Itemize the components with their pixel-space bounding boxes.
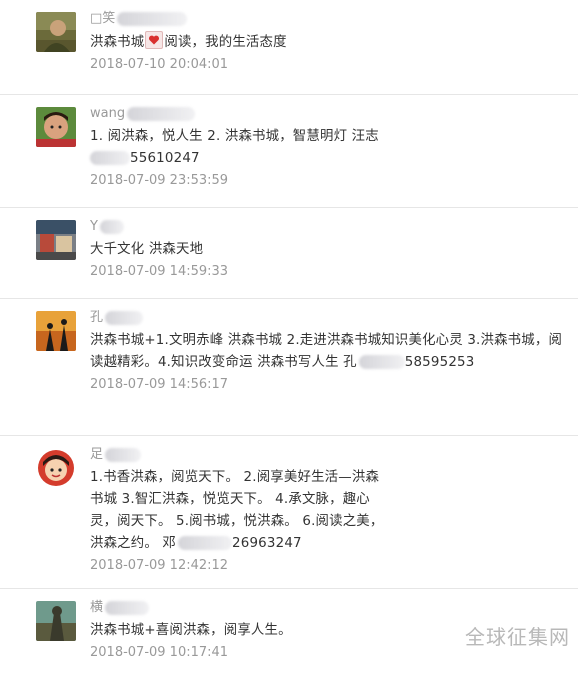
comment-author[interactable]: 孔 bbox=[90, 309, 568, 327]
comment-text: 1. 阅洪森，悦人生 2. 洪森书城，智慧明灯 汪志 55610247 bbox=[90, 126, 568, 170]
comment-text-part: 58595253 bbox=[404, 355, 475, 370]
comment-text-part: 阅读，我的生活态度 bbox=[164, 35, 287, 50]
watermark: 全球征集网 bbox=[465, 625, 570, 649]
comment-text-part: 洪森书城+1.文明赤峰 洪森书城 2.走进洪森书城知识美化心灵 3.洪森书城，阅… bbox=[90, 333, 563, 370]
comment-time: 2018-07-10 20:04:01 bbox=[90, 57, 229, 72]
comment-text-part: 26963247 bbox=[232, 536, 302, 551]
author-name: □笑 bbox=[90, 11, 116, 26]
redacted-name bbox=[99, 219, 124, 234]
redacted-name bbox=[105, 447, 142, 462]
comment-time: 2018-07-09 14:59:33 bbox=[90, 264, 229, 279]
comment-author[interactable]: 足 bbox=[90, 446, 568, 464]
avatar[interactable] bbox=[36, 448, 76, 488]
redacted-name bbox=[117, 11, 188, 26]
author-name: 足 bbox=[90, 447, 104, 462]
comment-time: 2018-07-09 23:53:59 bbox=[90, 173, 229, 188]
redacted-phone bbox=[90, 151, 130, 165]
comment-author[interactable]: Y bbox=[90, 218, 568, 236]
author-name: 孔 bbox=[90, 310, 104, 325]
comment-text: 洪森书城+1.文明赤峰 洪森书城 2.走进洪森书城知识美化心灵 3.洪森书城，阅… bbox=[90, 330, 568, 374]
comment-author[interactable]: wang bbox=[90, 105, 568, 123]
comment-feed: □笑 洪森书城 阅读，我的生活态度 2018-07-10 20:04:01 wan… bbox=[0, 0, 578, 684]
avatar[interactable] bbox=[36, 601, 76, 641]
comment-item: Y 大千文化 洪森天地 2018-07-09 14:59:33 bbox=[0, 208, 578, 299]
redacted-name bbox=[105, 600, 150, 615]
redacted-phone bbox=[178, 536, 232, 550]
comment-text: 洪森书城 阅读，我的生活态度 bbox=[90, 31, 568, 54]
comment-text-part: 55610247 bbox=[130, 151, 200, 166]
redacted-name bbox=[127, 106, 196, 121]
comment-author[interactable]: □笑 bbox=[90, 10, 568, 28]
heart-icon bbox=[145, 31, 164, 49]
avatar[interactable] bbox=[36, 311, 76, 351]
comment-time: 2018-07-09 14:56:17 bbox=[90, 377, 229, 392]
author-name: wang bbox=[90, 106, 126, 121]
redacted-name bbox=[105, 310, 144, 325]
author-name: 横 bbox=[90, 600, 104, 615]
comment-text-part: 1. 阅洪森，悦人生 2. 洪森书城，智慧明灯 汪志 bbox=[90, 129, 379, 144]
comment-item: 足 1.书香洪森，阅览天下。 2.阅享美好生活—洪森书城 3.智汇洪森，悦览天下… bbox=[0, 436, 578, 589]
comment-item: wang 1. 阅洪森，悦人生 2. 洪森书城，智慧明灯 汪志 55610247… bbox=[0, 95, 578, 208]
avatar[interactable] bbox=[36, 107, 76, 147]
author-name: Y bbox=[90, 219, 98, 234]
avatar[interactable] bbox=[36, 12, 76, 52]
comment-text-part: 洪森书城 bbox=[90, 35, 145, 50]
comment-author[interactable]: 横 bbox=[90, 599, 568, 617]
comment-item: □笑 洪森书城 阅读，我的生活态度 2018-07-10 20:04:01 bbox=[0, 0, 578, 95]
redacted-phone bbox=[358, 355, 405, 369]
avatar[interactable] bbox=[36, 220, 76, 260]
comment-time: 2018-07-09 12:42:12 bbox=[90, 558, 229, 573]
comment-text: 大千文化 洪森天地 bbox=[90, 242, 204, 257]
comment-text: 1.书香洪森，阅览天下。 2.阅享美好生活—洪森书城 3.智汇洪森，悦览天下。 … bbox=[90, 467, 390, 555]
comment-item: 孔 洪森书城+1.文明赤峰 洪森书城 2.走进洪森书城知识美化心灵 3.洪森书城… bbox=[0, 299, 578, 436]
